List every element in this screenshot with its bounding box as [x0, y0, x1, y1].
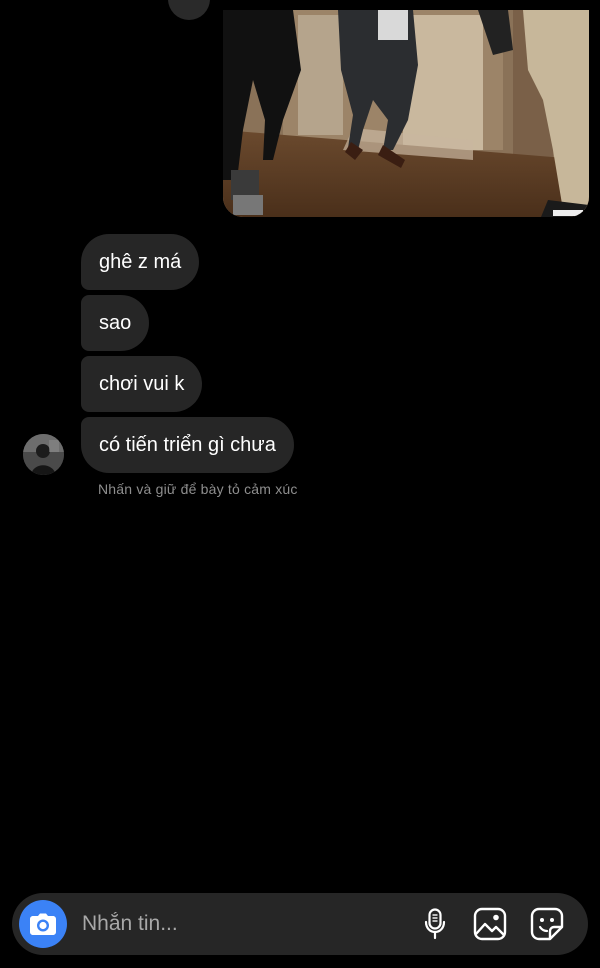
camera-button[interactable]: [19, 900, 67, 948]
message-input[interactable]: [82, 907, 402, 941]
gif-message[interactable]: [223, 10, 589, 217]
image-icon: [473, 907, 507, 941]
gif-thumbnail-image: [223, 10, 589, 217]
avatar-photo: [23, 434, 64, 475]
message-bubble[interactable]: ghê z má: [81, 234, 200, 290]
message-composer: [12, 893, 588, 955]
microphone-icon: [424, 908, 446, 940]
message-bubble[interactable]: chơi vui k: [81, 356, 203, 412]
sender-avatar[interactable]: [23, 434, 64, 475]
previous-avatar: [168, 0, 210, 20]
chat-thread: ghê z má sao chơi vui k có tiến triển gì…: [0, 0, 600, 880]
message-bubble[interactable]: sao: [81, 295, 150, 351]
sticker-icon: [530, 907, 564, 941]
sticker-button[interactable]: [529, 906, 565, 942]
message-bubble[interactable]: có tiến triển gì chưa: [81, 417, 294, 473]
reaction-hint-text: Nhấn và giữ để bày tỏ cảm xúc: [98, 481, 298, 497]
gallery-button[interactable]: [472, 906, 508, 942]
camera-icon: [30, 913, 56, 935]
voice-message-button[interactable]: [417, 906, 453, 942]
